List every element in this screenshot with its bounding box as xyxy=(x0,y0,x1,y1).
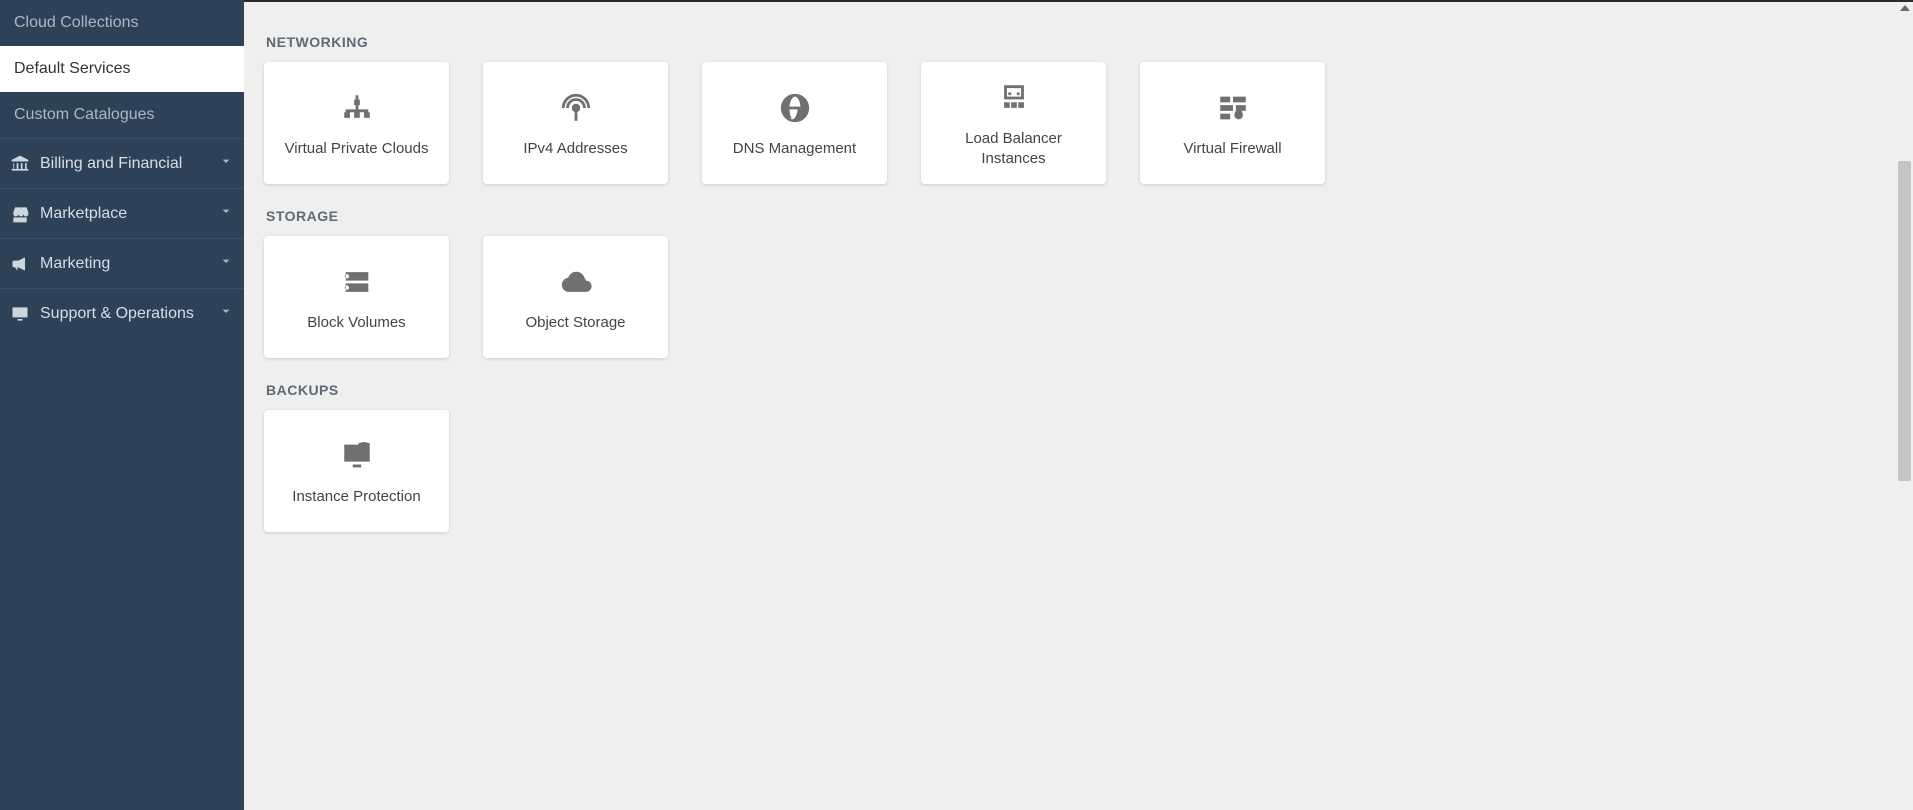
sidebar-group-list: Billing and Financial Marketplace Market xyxy=(0,138,244,338)
network-icon xyxy=(340,87,374,129)
chevron-down-icon xyxy=(218,253,234,274)
firewall-icon xyxy=(1216,87,1250,129)
section-title-networking: NETWORKING xyxy=(266,34,1893,50)
card-label: Load Balancer Instances xyxy=(931,129,1096,170)
card-label: IPv4 Addresses xyxy=(523,139,627,159)
card-virtual-private-clouds[interactable]: Virtual Private Clouds xyxy=(264,62,449,184)
loadbalancer-icon xyxy=(997,77,1031,119)
card-dns-management[interactable]: DNS Management xyxy=(702,62,887,184)
cloudbox-icon xyxy=(559,261,593,303)
disks-icon xyxy=(340,261,374,303)
megaphone-icon xyxy=(10,254,30,274)
cards-networking: Virtual Private Clouds IPv4 Addresses DN… xyxy=(264,62,1893,184)
card-instance-protection[interactable]: Instance Protection xyxy=(264,410,449,532)
sidebar-item-billing[interactable]: Billing and Financial xyxy=(0,139,244,188)
card-label: Object Storage xyxy=(525,313,625,333)
card-label: Virtual Firewall xyxy=(1183,139,1281,159)
card-virtual-firewall[interactable]: Virtual Firewall xyxy=(1140,62,1325,184)
sidebar-label: Marketplace xyxy=(40,205,208,223)
sidebar-item-marketplace[interactable]: Marketplace xyxy=(0,188,244,238)
cards-backups: Instance Protection xyxy=(264,410,1893,532)
card-label: DNS Management xyxy=(733,139,856,159)
scrollbar[interactable] xyxy=(1896,2,1913,810)
scroll-thumb[interactable] xyxy=(1898,161,1911,481)
sidebar-sub-cloud-collections[interactable]: Cloud Collections xyxy=(0,0,244,46)
card-label: Block Volumes xyxy=(307,313,405,333)
chevron-down-icon xyxy=(218,303,234,324)
sidebar-label: Support & Operations xyxy=(40,305,208,323)
scroll-track[interactable] xyxy=(1896,11,1913,810)
chevron-down-icon xyxy=(218,203,234,224)
card-label: Virtual Private Clouds xyxy=(285,139,429,159)
card-load-balancer[interactable]: Load Balancer Instances xyxy=(921,62,1106,184)
card-ipv4-addresses[interactable]: IPv4 Addresses xyxy=(483,62,668,184)
section-title-storage: STORAGE xyxy=(266,208,1893,224)
sidebar-sub-custom-catalogues[interactable]: Custom Catalogues xyxy=(0,92,244,138)
chevron-down-icon xyxy=(218,153,234,174)
sidebar-item-marketing[interactable]: Marketing xyxy=(0,238,244,288)
card-object-storage[interactable]: Object Storage xyxy=(483,236,668,358)
card-label: Instance Protection xyxy=(292,487,420,507)
bank-icon xyxy=(10,154,30,174)
broadcast-icon xyxy=(559,87,593,129)
card-block-volumes[interactable]: Block Volumes xyxy=(264,236,449,358)
store-icon xyxy=(10,204,30,224)
monitorshield-icon xyxy=(340,435,374,477)
sidebar: Cloud Collections Default Services Custo… xyxy=(0,0,244,810)
section-title-backups: BACKUPS xyxy=(266,382,1893,398)
sidebar-sub-default-services[interactable]: Default Services xyxy=(0,46,244,92)
sidebar-item-support[interactable]: Support & Operations xyxy=(0,288,244,338)
app-root: Cloud Collections Default Services Custo… xyxy=(0,0,1913,810)
monitor-icon xyxy=(10,304,30,324)
sidebar-label: Marketing xyxy=(40,255,208,273)
sidebar-label: Billing and Financial xyxy=(40,155,208,173)
cards-storage: Block Volumes Object Storage xyxy=(264,236,1893,358)
globe-icon xyxy=(778,87,812,129)
main-content: NETWORKING Virtual Private Clouds IPv4 A… xyxy=(244,0,1913,810)
